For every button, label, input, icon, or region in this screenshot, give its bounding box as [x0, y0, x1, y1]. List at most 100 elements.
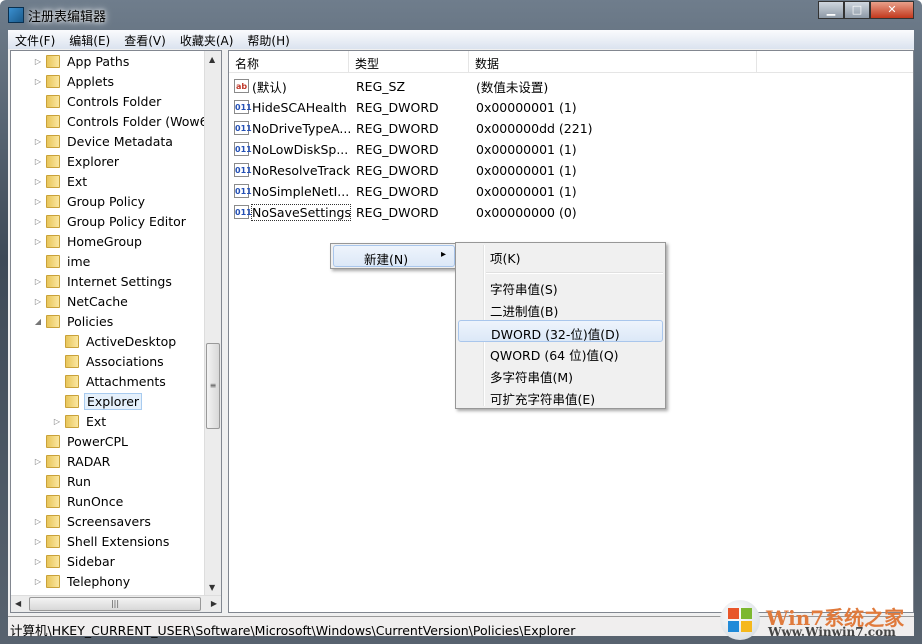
binary-value-icon: 011 [234, 121, 249, 135]
tree-item[interactable]: ▷ HomeGroup [33, 232, 144, 251]
tree-item-label: Ext [84, 413, 108, 430]
list-row[interactable]: 011NoSaveSettingsREG_DWORD0x00000000 (0) [234, 202, 634, 222]
expander-icon[interactable]: ▷ [33, 537, 43, 546]
tree-item[interactable]: PowerCPL [33, 432, 130, 451]
tree-item[interactable]: ime [33, 252, 92, 271]
expander-icon[interactable]: ◢ [33, 317, 43, 326]
value-name: NoSimpleNetI... [252, 184, 350, 199]
submenu-item[interactable]: QWORD (64 位)值(Q) [458, 342, 663, 364]
hscroll-thumb[interactable]: ||| [29, 597, 201, 611]
tree-item[interactable]: ▷Applets [33, 72, 116, 91]
binary-value-icon: 011 [234, 100, 249, 114]
tree-item[interactable]: ▷Explorer [33, 152, 121, 171]
expander-icon[interactable]: ▷ [33, 157, 43, 166]
submenu-item[interactable]: 可扩充字符串值(E) [458, 386, 663, 408]
folder-icon [46, 495, 60, 508]
submenu-item[interactable]: 项(K) [458, 245, 663, 267]
tree-item-label: HomeGroup [65, 233, 144, 250]
tree-item[interactable]: ▷ App Paths [33, 52, 131, 71]
tree-item[interactable]: ▷Shell Extensions [33, 532, 171, 551]
submenu-item[interactable]: 二进制值(B) [458, 298, 663, 320]
tree-item[interactable]: ▷Group Policy [33, 192, 147, 211]
tree-item[interactable]: ▷ NetCache [33, 292, 130, 311]
tree-item[interactable]: ▷Sidebar [33, 552, 117, 571]
tree-item[interactable]: ▷ Ext [52, 412, 108, 431]
expander-icon[interactable]: ▷ [33, 557, 43, 566]
tree-item[interactable]: Run [33, 472, 93, 491]
tree-item[interactable]: Explorer [52, 392, 142, 411]
menu-favorites[interactable]: 收藏夹(A) [173, 30, 241, 49]
expander-icon[interactable]: ▷ [33, 137, 43, 146]
list-row[interactable]: 011NoLowDiskSp...REG_DWORD0x00000001 (1) [234, 139, 634, 159]
value-type: REG_DWORD [356, 121, 439, 136]
tree-item[interactable]: ◢ Policies [33, 312, 115, 331]
column-type[interactable]: 类型 [349, 51, 469, 72]
menu-help[interactable]: 帮助(H) [240, 30, 296, 49]
tree-item[interactable]: ▷Group Policy Editor [33, 212, 188, 231]
submenu-item[interactable]: 多字符串值(M) [458, 364, 663, 386]
expander-icon[interactable]: ▷ [33, 277, 43, 286]
tree-item[interactable]: ▷Internet Settings [33, 272, 174, 291]
expander-icon[interactable]: ▷ [33, 297, 43, 306]
scroll-right-arrow-icon[interactable]: ▶ [211, 599, 217, 608]
tree-item[interactable]: ▷Telephony [33, 572, 132, 591]
expander-icon[interactable]: ▷ [33, 77, 43, 86]
new-submenu: 项(K) 字符串值(S)二进制值(B)DWORD (32-位)值(D)QWORD … [455, 242, 666, 409]
tree-item[interactable]: ▷RADAR [33, 452, 112, 471]
tree-item[interactable]: Controls Folder [33, 92, 163, 111]
minimize-button[interactable]: ▁ [818, 1, 844, 19]
string-value-icon: ab [234, 79, 249, 93]
scroll-down-arrow-icon[interactable]: ▼ [209, 583, 215, 592]
folder-icon [65, 375, 79, 388]
binary-value-icon: 011 [234, 184, 249, 198]
expander-icon[interactable]: ▷ [33, 237, 43, 246]
expander-icon[interactable]: ▷ [33, 177, 43, 186]
submenu-item[interactable]: DWORD (32-位)值(D) [458, 320, 663, 342]
menu-file[interactable]: 文件(F) [8, 30, 62, 49]
list-row[interactable]: ab(默认)REG_SZ(数值未设置) [234, 76, 634, 96]
folder-icon [46, 95, 60, 108]
folder-icon [46, 215, 60, 228]
tree-item[interactable]: ▷Device Metadata [33, 132, 175, 151]
tree-item[interactable]: Associations [52, 352, 166, 371]
list-row[interactable]: 011NoDriveTypeA...REG_DWORD0x000000dd (2… [234, 118, 634, 138]
menu-edit[interactable]: 编辑(E) [62, 30, 117, 49]
expander-icon[interactable]: ▷ [33, 217, 43, 226]
tree-item-label: NetCache [65, 293, 130, 310]
value-data: 0x00000001 (1) [476, 100, 577, 115]
expander-icon[interactable]: ▷ [33, 197, 43, 206]
tree-item-label: App Paths [65, 53, 131, 70]
maximize-button[interactable]: □ [844, 1, 870, 19]
expander-icon[interactable]: ▷ [52, 417, 62, 426]
tree-item[interactable]: ActiveDesktop [52, 332, 178, 351]
tree-item-label: ActiveDesktop [84, 333, 178, 350]
menu-view[interactable]: 查看(V) [117, 30, 173, 49]
expander-icon[interactable]: ▷ [33, 457, 43, 466]
watermark: Win7系统之家 Www.Winwin7.com [716, 598, 916, 642]
tree-item[interactable]: RunOnce [33, 492, 125, 511]
tree-horizontal-scrollbar[interactable]: ◀ ||| ▶ [11, 595, 221, 612]
submenu-arrow-icon: ▸ [441, 249, 446, 260]
menu-item-new[interactable]: 新建(N) ▸ [333, 245, 455, 267]
tree-item[interactable]: Controls Folder (Wow64 [33, 112, 218, 131]
expander-icon[interactable]: ▷ [33, 577, 43, 586]
folder-icon [46, 575, 60, 588]
list-row[interactable]: 011HideSCAHealthREG_DWORD0x00000001 (1) [234, 97, 634, 117]
expander-icon[interactable]: ▷ [33, 517, 43, 526]
column-name[interactable]: 名称 [229, 51, 349, 72]
list-row[interactable]: 011NoResolveTrackREG_DWORD0x00000001 (1) [234, 160, 634, 180]
scroll-up-arrow-icon[interactable]: ▲ [209, 55, 215, 64]
list-row[interactable]: 011NoSimpleNetI...REG_DWORD0x00000001 (1… [234, 181, 634, 201]
column-data[interactable]: 数据 [469, 51, 757, 72]
tree-item[interactable]: ▷Ext [33, 172, 89, 191]
tree-vertical-scrollbar[interactable]: ▲ ≡ ▼ [204, 51, 221, 596]
tree-item[interactable]: Attachments [52, 372, 168, 391]
tree-item[interactable]: ▷Screensavers [33, 512, 153, 531]
folder-icon [46, 55, 60, 68]
scroll-left-arrow-icon[interactable]: ◀ [15, 599, 21, 608]
submenu-item[interactable]: 字符串值(S) [458, 276, 663, 298]
tree-item-label: Policies [65, 313, 115, 330]
expander-icon[interactable]: ▷ [33, 57, 43, 66]
scroll-thumb[interactable]: ≡ [206, 343, 220, 429]
close-button[interactable]: ✕ [870, 1, 914, 19]
